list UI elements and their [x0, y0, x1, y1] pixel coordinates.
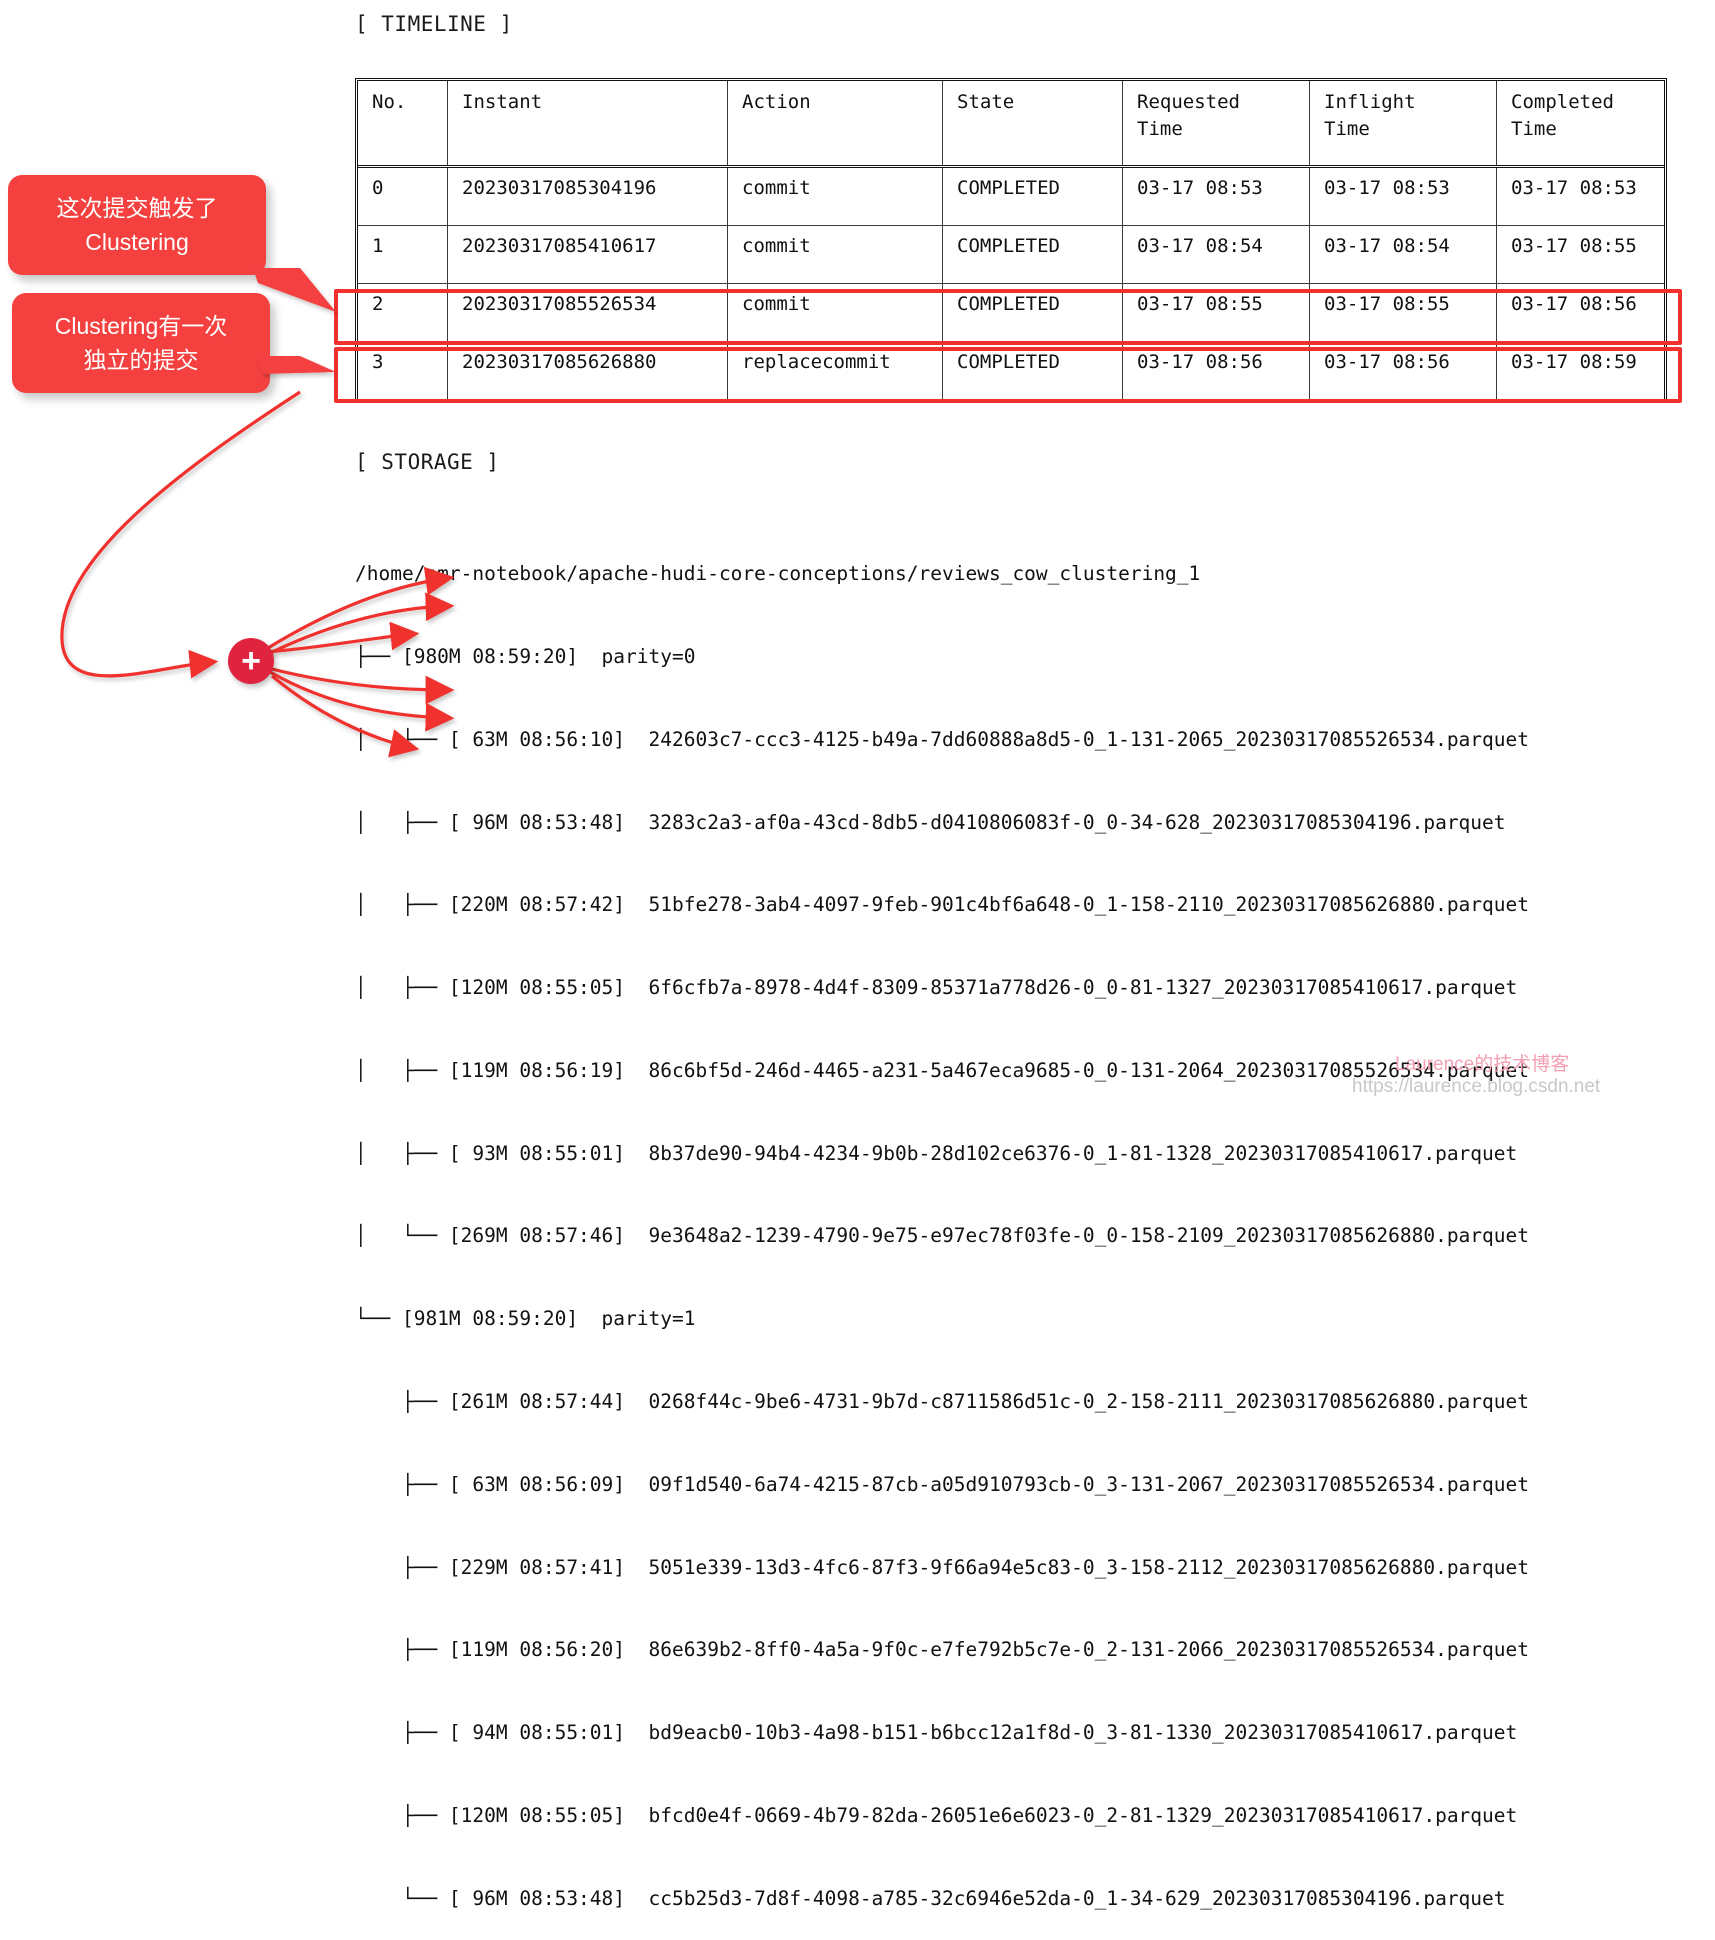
tree-line-file: │ ├── [ 63M 08:56:10] 242603c7-ccc3-4125… — [355, 727, 1529, 751]
watermark-author: Laurence的技术博客 — [1395, 1054, 1570, 1075]
callout-clustering-triggered: 这次提交触发了 Clustering — [8, 175, 266, 275]
timeline-table-body-3: 3 20230317085626880 replacecommit COMPLE… — [358, 342, 1664, 399]
timeline-table-border: No. Instant Action State Requested Time … — [355, 78, 1667, 402]
cell-instant: 20230317085526534 — [447, 284, 728, 341]
timeline-section-label: [ TIMELINE ] — [355, 12, 513, 36]
table-row[interactable]: 3 20230317085626880 replacecommit COMPLE… — [358, 342, 1664, 399]
storage-tree: /home/emr-notebook/apache-hudi-core-conc… — [355, 505, 1529, 1940]
tree-line-file: │ └── [269M 08:57:46] 9e3648a2-1239-4790… — [355, 1224, 1529, 1248]
cell-completed-time: 03-17 08:56 — [1511, 293, 1637, 315]
cell-requested-time: 03-17 08:53 — [1122, 168, 1310, 225]
cell-instant: 20230317085304196 — [447, 168, 728, 225]
cell-inflight-time: 03-17 08:53 — [1309, 168, 1497, 225]
cell-no: 3 — [358, 342, 448, 399]
table-header-row: No. Instant Action State Requested Time … — [358, 81, 1664, 165]
plus-badge-label: + — [241, 642, 261, 680]
tree-line-file: │ ├── [ 93M 08:55:01] 8b37de90-94b4-4234… — [355, 1141, 1518, 1165]
cell-state: COMPLETED — [942, 168, 1123, 225]
cell-state: COMPLETED — [942, 342, 1123, 399]
cell-instant: 20230317085626880 — [447, 342, 728, 399]
timeline-table-container: No. Instant Action State Requested Time … — [355, 78, 1667, 402]
column-header-instant: Instant — [447, 81, 728, 165]
tree-line-file: ├── [ 94M 08:55:01] bd9eacb0-10b3-4a98-b… — [355, 1721, 1518, 1745]
column-header-no: No. — [358, 81, 448, 165]
cell-requested-time: 03-17 08:54 — [1122, 226, 1310, 283]
cell-instant: 20230317085410617 — [447, 226, 728, 283]
tree-line-file: └── [ 96M 08:53:48] cc5b25d3-7d8f-4098-a… — [355, 1886, 1506, 1910]
column-header-state: State — [942, 81, 1123, 165]
watermark-url: https://laurence.blog.csdn.net — [1352, 1076, 1601, 1097]
timeline-table-body-2: 2 20230317085526534 commit COMPLETED 03-… — [358, 284, 1664, 341]
tree-line-file: ├── [ 63M 08:56:09] 09f1d540-6a74-4215-8… — [355, 1472, 1529, 1496]
cell-completed-time: 03-17 08:55 — [1511, 235, 1637, 257]
table-row[interactable]: 1 20230317085410617 commit COMPLETED 03-… — [358, 226, 1664, 283]
table-row[interactable]: 2 20230317085526534 commit COMPLETED 03-… — [358, 284, 1664, 341]
tree-line-file: ├── [229M 08:57:41] 5051e339-13d3-4fc6-8… — [355, 1555, 1529, 1579]
cell-action: commit — [727, 226, 943, 283]
cell-no: 2 — [358, 284, 448, 341]
cell-completed-time: 03-17 08:53 — [1511, 177, 1637, 199]
storage-section-label: [ STORAGE ] — [355, 450, 500, 474]
cell-inflight-time: 03-17 08:55 — [1309, 284, 1497, 341]
timeline-table-body-1: 1 20230317085410617 commit COMPLETED 03-… — [358, 226, 1664, 283]
timeline-table-head: No. Instant Action State Requested Time … — [358, 81, 1664, 165]
storage-root-path: /home/emr-notebook/apache-hudi-core-conc… — [355, 562, 1201, 586]
tree-line-file: │ ├── [120M 08:55:05] 6f6cfb7a-8978-4d4f… — [355, 976, 1518, 1000]
callout-line-2: 独立的提交 — [83, 347, 199, 373]
tree-line-file: ├── [120M 08:55:05] bfcd0e4f-0669-4b79-8… — [355, 1803, 1518, 1827]
timeline-table: No. Instant Action State Requested Time … — [358, 81, 1664, 165]
tree-line-file: ├── [119M 08:56:20] 86e639b2-8ff0-4a5a-9… — [355, 1638, 1529, 1662]
arrow-replacecommit-to-files — [60, 390, 301, 679]
cell-action: commit — [727, 168, 943, 225]
column-header-inflight-time: Inflight Time — [1309, 81, 1497, 165]
cell-state: COMPLETED — [942, 226, 1123, 283]
cell-requested-time: 03-17 08:56 — [1122, 342, 1310, 399]
cell-inflight-time: 03-17 08:54 — [1309, 226, 1497, 283]
callout-line-1: 这次提交触发了 — [56, 195, 218, 221]
cell-action: commit — [727, 284, 943, 341]
column-header-action: Action — [727, 81, 943, 165]
callout-line-1: Clustering有一次 — [54, 313, 228, 339]
callout-line-2: Clustering — [85, 229, 189, 255]
tree-line-partition-0: ├── [980M 08:59:20] parity=0 — [355, 644, 696, 668]
table-row[interactable]: 0 20230317085304196 commit COMPLETED 03-… — [358, 168, 1664, 225]
column-header-requested-time: Requested Time — [1122, 81, 1310, 165]
cell-no: 0 — [358, 168, 448, 225]
cell-state: COMPLETED — [942, 284, 1123, 341]
cell-no: 1 — [358, 226, 448, 283]
cell-action: replacecommit — [727, 342, 943, 399]
tree-line-file: │ ├── [220M 08:57:42] 51bfe278-3ab4-4097… — [355, 893, 1529, 917]
tree-line-file: ├── [261M 08:57:44] 0268f44c-9be6-4731-9… — [355, 1390, 1529, 1413]
cell-requested-time: 03-17 08:55 — [1122, 284, 1310, 341]
plus-badge[interactable]: + — [228, 638, 274, 684]
tree-line-file: │ ├── [ 96M 08:53:48] 3283c2a3-af0a-43cd… — [355, 810, 1506, 834]
cell-completed-time: 03-17 08:59 — [1511, 351, 1637, 373]
tree-line-partition-1: └── [981M 08:59:20] parity=1 — [355, 1307, 696, 1331]
timeline-table-body-0: 0 20230317085304196 commit COMPLETED 03-… — [358, 168, 1664, 225]
column-header-completed-time: Completed Time — [1511, 91, 1614, 140]
callout-clustering-separate-commit: Clustering有一次 独立的提交 — [12, 293, 270, 393]
cell-inflight-time: 03-17 08:56 — [1309, 342, 1497, 399]
